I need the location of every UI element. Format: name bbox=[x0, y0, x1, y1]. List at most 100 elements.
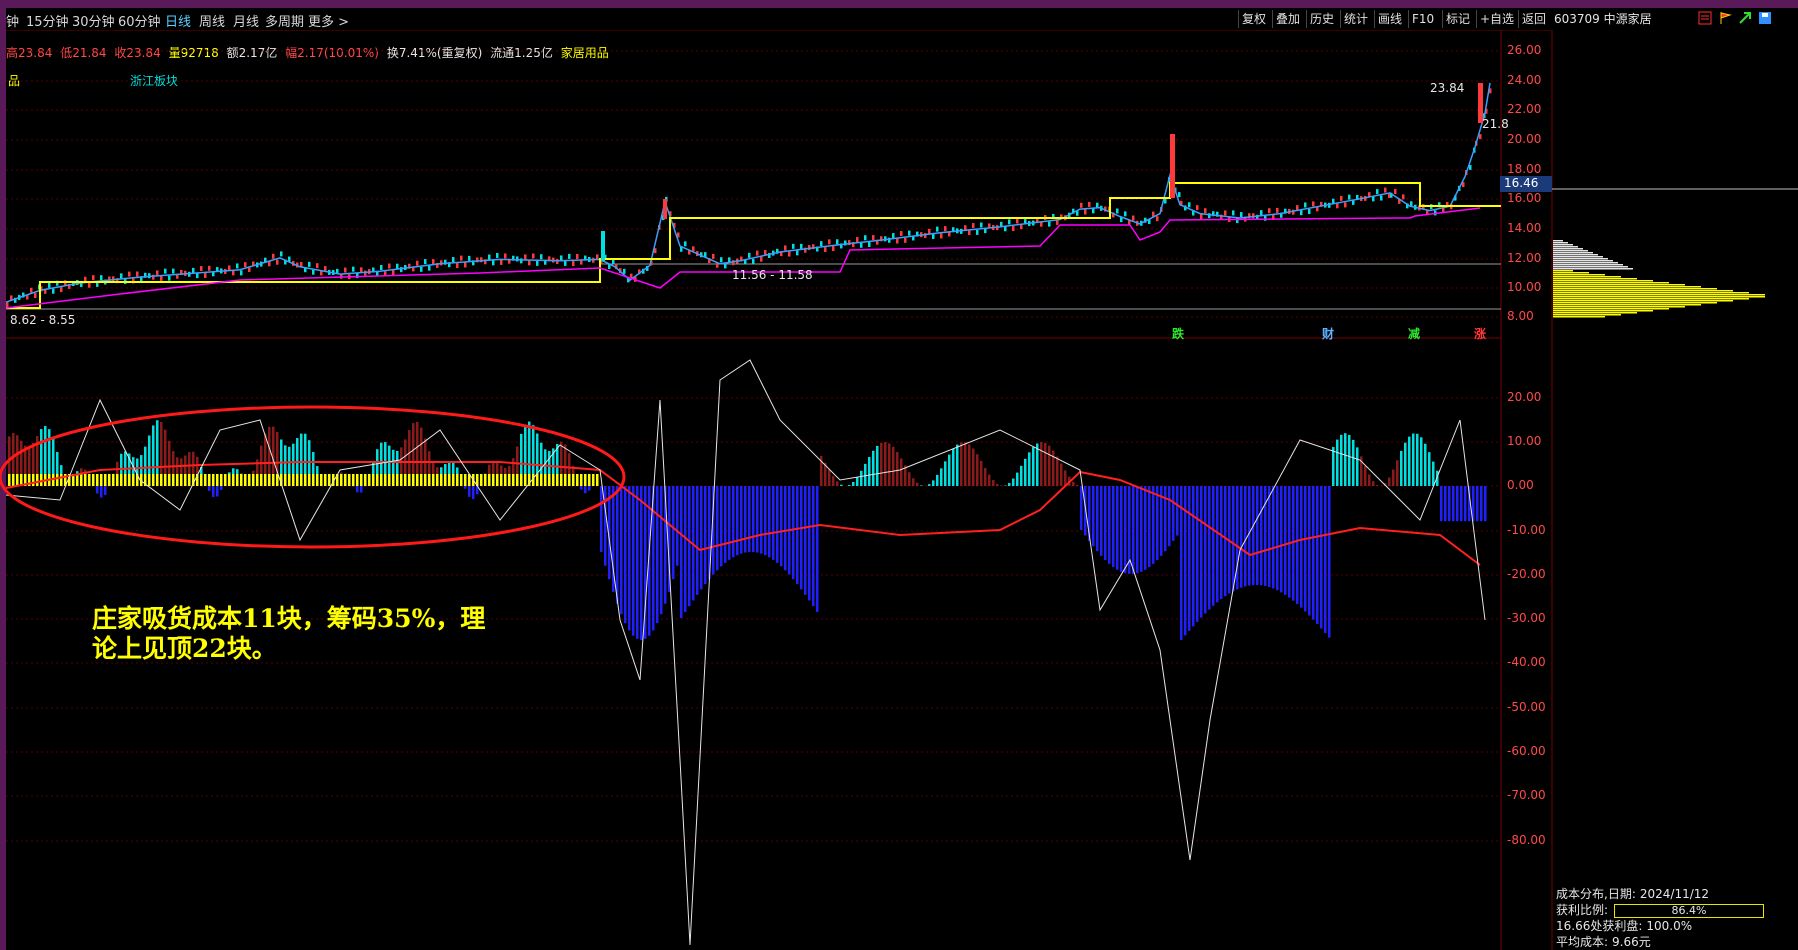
candle bbox=[928, 228, 931, 234]
osc-bar bbox=[920, 485, 923, 486]
osc-bar bbox=[1344, 433, 1347, 486]
candle bbox=[1276, 207, 1279, 213]
osc-bar bbox=[896, 452, 899, 486]
osc-bar bbox=[1220, 486, 1223, 600]
candle bbox=[1008, 219, 1011, 225]
chip-bar bbox=[1553, 270, 1573, 272]
chip-bar bbox=[1553, 276, 1621, 278]
period-60min[interactable]: 60分钟 bbox=[118, 11, 161, 30]
osc-bar bbox=[976, 454, 979, 486]
arrow-icon[interactable] bbox=[1738, 11, 1752, 25]
chip-bar-yellow bbox=[576, 474, 579, 486]
chip-bar-yellow bbox=[132, 474, 135, 486]
chip-bar-yellow bbox=[556, 474, 559, 486]
osc-bar bbox=[888, 443, 891, 486]
osc-bar bbox=[804, 486, 807, 595]
chip-bar-yellow bbox=[228, 474, 231, 486]
osc-bar bbox=[1404, 442, 1407, 486]
candle bbox=[344, 267, 347, 273]
f10-button[interactable]: F10 bbox=[1408, 10, 1437, 28]
osc-bar bbox=[1176, 486, 1179, 536]
chip-bar-yellow bbox=[356, 474, 359, 486]
chip-bar bbox=[1553, 298, 1749, 300]
event-marker-reduce[interactable]: 减 bbox=[1408, 325, 1420, 342]
osc-bar bbox=[632, 486, 635, 636]
chip-bar-yellow bbox=[160, 474, 163, 486]
save-icon[interactable] bbox=[1758, 11, 1772, 25]
annotation-line-2: 论上见顶22块。 bbox=[92, 634, 277, 663]
chip-bar bbox=[1553, 262, 1618, 264]
event-marker-rise[interactable]: 涨 bbox=[1474, 325, 1486, 342]
period-30min[interactable]: 30分钟 bbox=[72, 11, 115, 30]
osc-bar bbox=[736, 486, 739, 556]
chip-bar-yellow bbox=[508, 474, 511, 486]
chip-bar bbox=[1553, 290, 1733, 292]
osc-bar bbox=[1172, 486, 1175, 541]
chip-bar-yellow bbox=[312, 474, 315, 486]
draw-button[interactable]: 画线 bbox=[1374, 10, 1405, 28]
osc-ma-line bbox=[5, 461, 1481, 566]
osc-bar bbox=[100, 486, 103, 498]
period-more[interactable]: 更多 > bbox=[308, 11, 349, 30]
osc-bar bbox=[1108, 486, 1111, 564]
osc-bar bbox=[1280, 486, 1283, 593]
period-15min[interactable]: 15分钟 bbox=[26, 11, 69, 30]
chip-bar-yellow bbox=[176, 474, 179, 486]
chip-bar-yellow bbox=[148, 474, 151, 486]
event-marker-fall[interactable]: 跌 bbox=[1172, 325, 1184, 342]
chip-bar-yellow bbox=[560, 474, 563, 486]
candle bbox=[1188, 202, 1191, 208]
chip-bar bbox=[1553, 272, 1589, 274]
adjust-button[interactable]: 复权 bbox=[1238, 10, 1269, 28]
mark-button[interactable]: 标记 bbox=[1442, 10, 1473, 28]
chip-bar-yellow bbox=[108, 474, 111, 486]
period-1min[interactable]: 钟 bbox=[6, 11, 19, 30]
candle bbox=[568, 253, 571, 259]
period-daily[interactable]: 日线 bbox=[165, 11, 191, 30]
chip-bar-yellow bbox=[380, 474, 383, 486]
candle bbox=[88, 282, 91, 288]
event-marker-finance[interactable]: 财 bbox=[1322, 325, 1334, 342]
osc-bar bbox=[1032, 447, 1035, 486]
flag-icon[interactable] bbox=[1718, 11, 1732, 25]
osc-bar bbox=[884, 442, 887, 486]
chip-bar-yellow bbox=[584, 474, 587, 486]
chip-bar bbox=[1553, 278, 1637, 280]
chip-bar-yellow bbox=[536, 474, 539, 486]
report-icon[interactable] bbox=[1698, 11, 1712, 25]
chip-bar-yellow bbox=[460, 474, 463, 486]
profit-ratio-label: 获利比例: bbox=[1556, 903, 1609, 917]
candle bbox=[564, 260, 567, 266]
stats-button[interactable]: 统计 bbox=[1340, 10, 1371, 28]
osc-bar bbox=[208, 486, 211, 491]
period-weekly[interactable]: 周线 bbox=[199, 11, 225, 30]
candle bbox=[440, 260, 443, 266]
cost-distribution-panel: 成本分布,日期: 2024/11/12 获利比例: 86.4% 16.66处获利盘… bbox=[1556, 886, 1796, 950]
chip-bar bbox=[1553, 316, 1605, 318]
chip-bar-yellow bbox=[84, 474, 87, 486]
candle bbox=[1156, 216, 1159, 222]
candle bbox=[136, 271, 139, 277]
osc-bar bbox=[840, 484, 843, 486]
osc-tick: -60.00 bbox=[1507, 744, 1546, 758]
history-button[interactable]: 历史 bbox=[1306, 10, 1337, 28]
osc-bar bbox=[1272, 486, 1275, 589]
candle bbox=[204, 273, 207, 279]
period-multi[interactable]: 多周期 bbox=[265, 11, 304, 30]
candle bbox=[1084, 209, 1087, 215]
overlay-button[interactable]: 叠加 bbox=[1272, 10, 1303, 28]
candle bbox=[908, 230, 911, 236]
chip-bar-yellow bbox=[164, 474, 167, 486]
chip-bar bbox=[1553, 286, 1701, 288]
chip-bar-yellow bbox=[240, 474, 243, 486]
chip-bar-yellow bbox=[500, 474, 503, 486]
osc-bar bbox=[1080, 486, 1083, 530]
candle bbox=[416, 260, 419, 266]
osc-bar bbox=[1444, 486, 1447, 522]
period-monthly[interactable]: 月线 bbox=[233, 11, 259, 30]
chip-bar-yellow bbox=[344, 474, 347, 486]
candle bbox=[796, 250, 799, 256]
osc-bar bbox=[1336, 439, 1339, 486]
candle bbox=[380, 265, 383, 271]
chip-bar-yellow bbox=[328, 474, 331, 486]
